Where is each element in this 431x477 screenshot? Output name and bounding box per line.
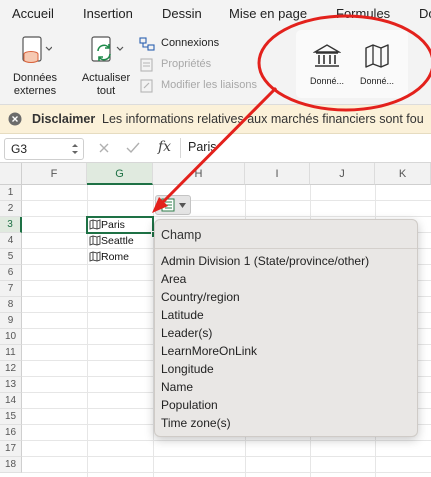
disclaimer-bar: Disclaimer Les informations relatives au… (0, 105, 431, 134)
field-item-name[interactable]: Name (161, 380, 193, 394)
insert-data-icon (161, 198, 175, 212)
connections-icon (139, 37, 155, 51)
column-header-h[interactable]: H (153, 163, 245, 185)
refresh-all-icon (91, 36, 124, 62)
row-header-12[interactable]: 12 (0, 361, 22, 377)
cell-g3-value: Paris (101, 219, 125, 231)
row-header-3[interactable]: 3 (0, 217, 22, 233)
cell-g5-value: Rome (101, 251, 130, 263)
gridline (22, 216, 431, 217)
disclaimer-title: Disclaimer (32, 112, 96, 126)
proprietes-label: Propriétés (161, 58, 212, 70)
connexions-button[interactable]: Connexions (139, 36, 249, 52)
data-types-group: Donné... Donné... (296, 30, 408, 98)
function-button[interactable]: fx (158, 139, 171, 155)
data-type-geography-button[interactable]: Donné... (354, 38, 400, 94)
row-header-10[interactable]: 10 (0, 329, 22, 345)
modifier-liaisons-label: Modifier les liaisons (161, 79, 257, 91)
connexions-label: Connexions (161, 37, 220, 49)
cell-g5[interactable]: Rome (89, 249, 151, 265)
gridline (22, 440, 431, 441)
actualiser-tout-label: Actualiser tout (81, 72, 131, 97)
stepper-icon[interactable] (71, 142, 79, 156)
modifier-liaisons-button[interactable]: Modifier les liaisons (139, 78, 269, 94)
row-header-13[interactable]: 13 (0, 377, 22, 393)
row-header-14[interactable]: 14 (0, 393, 22, 409)
name-box-value: G3 (11, 142, 28, 156)
row-header-7[interactable]: 7 (0, 281, 22, 297)
gridline (22, 456, 431, 457)
tab-dessin[interactable]: Dessin (162, 6, 202, 21)
ribbon-tabs: Accueil Insertion Dessin Mise en page Fo… (0, 0, 431, 26)
chevron-down-icon (179, 203, 186, 208)
data-type-stocks-button[interactable]: Donné... (304, 38, 350, 94)
formula-bar: G3 fx Paris (0, 134, 431, 163)
tab-mise-en-page[interactable]: Mise en page (229, 6, 307, 21)
insert-data-button[interactable] (155, 195, 191, 215)
field-popup-title: Champ (161, 228, 202, 242)
tab-accueil[interactable]: Accueil (12, 6, 54, 21)
column-header-g[interactable]: G (87, 163, 153, 185)
ribbon: Données externes Actualiser tout Connexi… (0, 26, 431, 105)
close-icon[interactable] (8, 112, 22, 126)
cell-g4[interactable]: Seattle (89, 233, 151, 249)
map-icon[interactable] (89, 251, 101, 262)
field-item-time-zones[interactable]: Time zone(s) (161, 416, 231, 430)
donnees-externes-button[interactable]: Données externes (6, 30, 64, 100)
disclaimer-text: Les informations relatives aux marchés f… (102, 112, 424, 126)
external-data-icon (22, 36, 52, 63)
map-icon[interactable] (89, 235, 101, 246)
tab-formules[interactable]: Formules (336, 6, 390, 21)
field-item-latitude[interactable]: Latitude (161, 308, 204, 322)
field-item-country-region[interactable]: Country/region (161, 290, 240, 304)
enter-check-icon[interactable] (126, 142, 140, 154)
cell-g3[interactable]: Paris (89, 217, 151, 233)
name-box[interactable]: G3 (4, 138, 84, 160)
row-header-16[interactable]: 16 (0, 425, 22, 441)
data-type-geography-label: Donné... (359, 76, 395, 86)
properties-icon (140, 58, 153, 72)
proprietes-button[interactable]: Propriétés (139, 57, 249, 73)
actualiser-tout-button[interactable]: Actualiser tout (76, 30, 136, 100)
row-header-5[interactable]: 5 (0, 249, 22, 265)
field-item-area[interactable]: Area (161, 272, 186, 286)
row-header-8[interactable]: 8 (0, 297, 22, 313)
column-header-i[interactable]: I (245, 163, 310, 185)
cancel-icon[interactable] (98, 142, 110, 154)
column-header-k[interactable]: K (375, 163, 431, 185)
column-header-f[interactable]: F (22, 163, 87, 185)
row-header-4[interactable]: 4 (0, 233, 22, 249)
bank-icon (313, 44, 341, 67)
edit-links-icon (140, 79, 153, 93)
tab-donnees[interactable]: Do (419, 6, 431, 21)
cell-g4-value: Seattle (101, 235, 134, 247)
formula-divider (180, 138, 181, 158)
row-header-18[interactable]: 18 (0, 457, 22, 473)
field-item-admin-division[interactable]: Admin Division 1 (State/province/other) (161, 254, 369, 268)
formula-input[interactable]: Paris (188, 140, 216, 154)
select-all-corner[interactable] (0, 163, 22, 185)
field-item-leaders[interactable]: Leader(s) (161, 326, 212, 340)
row-header-11[interactable]: 11 (0, 345, 22, 361)
field-item-population[interactable]: Population (161, 398, 218, 412)
tab-insertion[interactable]: Insertion (83, 6, 133, 21)
field-popup-header: Champ (155, 220, 417, 249)
gridline (22, 200, 431, 201)
field-item-learn-more[interactable]: LearnMoreOnLink (161, 344, 257, 358)
row-header-1[interactable]: 1 (0, 185, 22, 201)
gridline (22, 472, 431, 473)
map-icon[interactable] (89, 219, 101, 230)
column-header-j[interactable]: J (310, 163, 375, 185)
donnees-externes-label: Données externes (12, 72, 58, 97)
row-header-9[interactable]: 9 (0, 313, 22, 329)
field-popup: Champ Admin Division 1 (State/province/o… (154, 219, 418, 437)
field-item-longitude[interactable]: Longitude (161, 362, 214, 376)
row-header-17[interactable]: 17 (0, 441, 22, 457)
row-header-2[interactable]: 2 (0, 201, 22, 217)
row-header-6[interactable]: 6 (0, 265, 22, 281)
data-type-stocks-label: Donné... (309, 76, 345, 86)
row-header-15[interactable]: 15 (0, 409, 22, 425)
map-icon (365, 44, 389, 68)
